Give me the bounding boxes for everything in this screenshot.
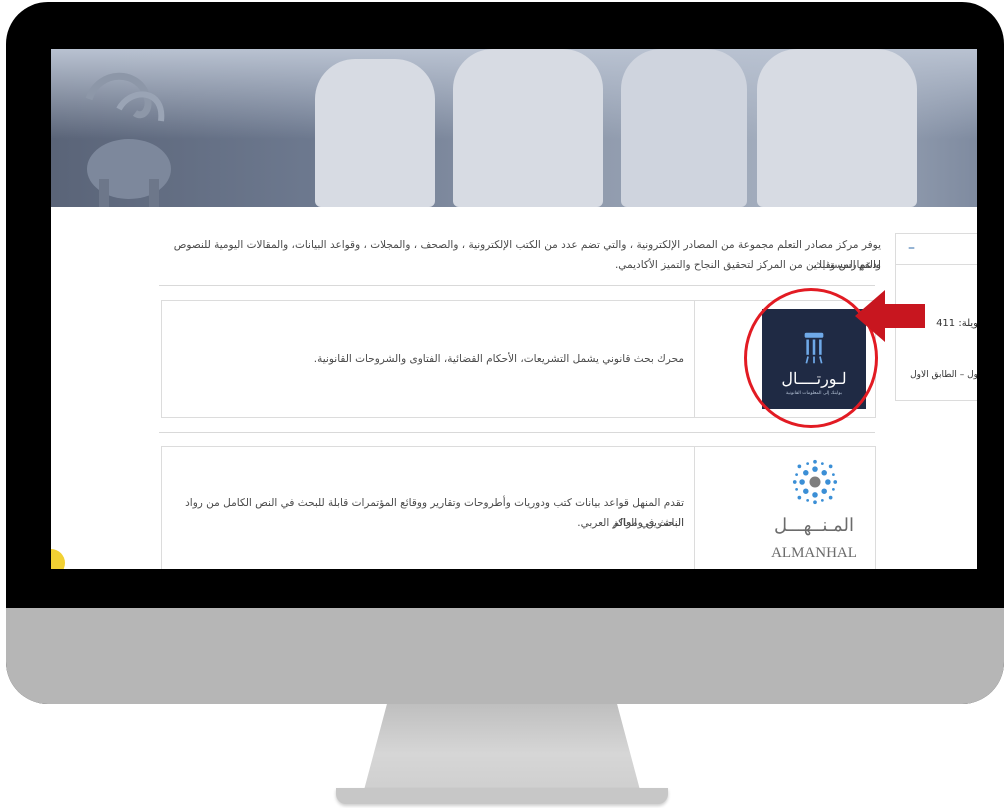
person-figure [453, 49, 603, 207]
sidebar-location-label: ول – الطابق الأول [910, 370, 977, 380]
monitor-stand-base [336, 788, 668, 804]
monitor-stand-neck [364, 700, 640, 790]
separator [159, 432, 875, 433]
hero-banner-image [51, 49, 977, 207]
almanhal-logo[interactable]: المـنــهـــل ALMANHAL [762, 453, 866, 569]
person-figure [757, 49, 917, 207]
monitor-frame: يوفر مركز مصادر التعلم مجموعة من المصادر… [6, 2, 1004, 704]
almanhal-dots-icon [792, 459, 838, 505]
almanhal-description-line-2: البحث في العالم العربي. [577, 517, 684, 529]
portal-description: محرك بحث قانوني يشمل التشريعات، الأحكام … [313, 353, 684, 365]
collapse-toggle[interactable]: – [908, 240, 915, 256]
monitor-chin [6, 608, 1004, 704]
person-figure [621, 49, 747, 207]
person-figure [315, 59, 435, 207]
intro-text-line-2: لدعم المستفيدين من المركز لتحقيق النجاح … [614, 259, 881, 271]
resource-card-almanhal[interactable]: المـنــهـــل ALMANHAL تقدم المنهل قواعد … [161, 446, 876, 569]
almanhal-logo-latin: ALMANHAL [771, 545, 857, 561]
almanhal-logo-arabic: المـنــهـــل [774, 515, 854, 536]
ibex-sculpture [85, 72, 171, 207]
pointer-arrow-icon [855, 290, 925, 342]
separator [159, 285, 875, 286]
website-screen: يوفر مركز مصادر التعلم مجموعة من المصادر… [51, 49, 977, 569]
floating-button[interactable] [51, 549, 65, 569]
